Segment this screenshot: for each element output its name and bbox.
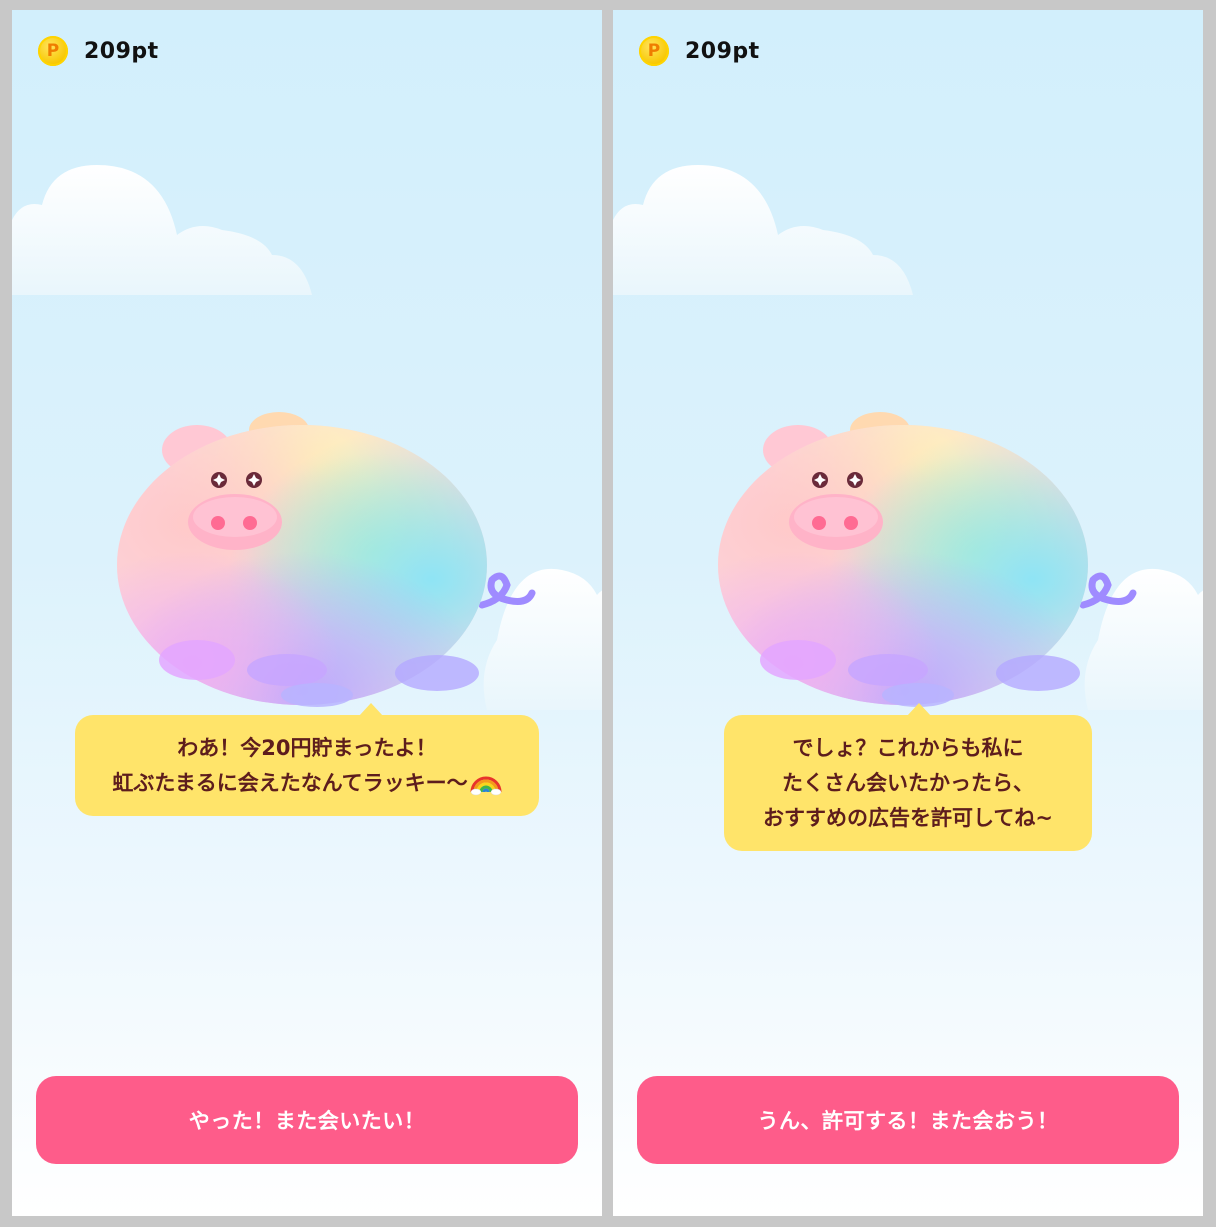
points-display: P 209pt <box>639 36 760 66</box>
speech-line: でしょ？これからも私に <box>792 736 1024 760</box>
confirm-button[interactable]: やった！また会いたい！ <box>36 1076 578 1164</box>
points-value: 209pt <box>84 38 159 64</box>
screen-jackpot: P 209pt わあ！今20円貯まったよ！ 虹ぶたまるに会えたなんてラッキー～ … <box>12 10 602 1216</box>
speech-bubble: でしょ？これからも私に たくさん会いたかったら、 おすすめの広告を許可してね~ <box>724 703 1092 851</box>
speech-line: 虹ぶたまるに会えたなんてラッキー～ <box>112 771 468 795</box>
rainbow-pig-character <box>117 412 536 707</box>
cloud-illustration <box>613 165 913 295</box>
speech-line: おすすめの広告を許可してね~ <box>763 806 1053 830</box>
rainbow-icon <box>470 776 502 796</box>
points-display: P 209pt <box>38 36 159 66</box>
speech-line-with-emoji: 虹ぶたまるに会えたなんてラッキー～ <box>75 766 539 801</box>
allow-ads-button[interactable]: うん、許可する！また会おう！ <box>637 1076 1179 1164</box>
speech-line: わあ！今20円貯まったよ！ <box>177 736 437 760</box>
coin-icon: P <box>38 36 68 66</box>
coin-icon: P <box>639 36 669 66</box>
screen-ad-consent: P 209pt でしょ？これからも私に たくさん会いたかったら、 おすすめの広告… <box>613 10 1203 1216</box>
points-value: 209pt <box>685 38 760 64</box>
cloud-illustration <box>12 165 312 295</box>
speech-bubble: わあ！今20円貯まったよ！ 虹ぶたまるに会えたなんてラッキー～ <box>75 703 539 816</box>
speech-line: たくさん会いたかったら、 <box>782 771 1034 795</box>
rainbow-pig-character <box>718 412 1137 707</box>
